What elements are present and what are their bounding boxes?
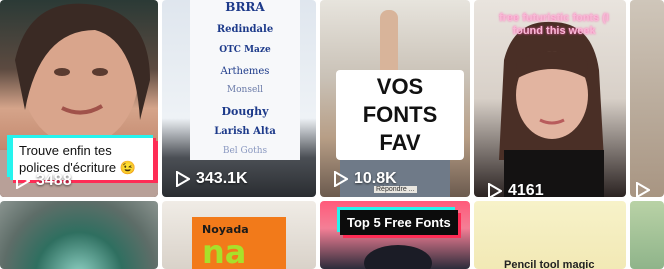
font-sample: Larish Alta <box>214 126 276 137</box>
view-count: 3488 <box>16 172 72 190</box>
thumbnail-image <box>630 0 664 197</box>
video-thumbnail-3[interactable]: VOS FONTS FAV Répondre ... 10.8K <box>320 0 470 197</box>
play-icon <box>488 183 502 197</box>
font-sample: Monsell <box>226 85 264 95</box>
video-thumbnail-9[interactable]: Pencil tool magic <box>474 201 626 269</box>
video-caption: VOS FONTS FAV <box>336 70 464 160</box>
play-icon <box>334 171 348 187</box>
video-caption: Top 5 Free Fonts <box>340 210 458 235</box>
play-icon <box>636 182 650 197</box>
video-thumbnail-1[interactable]: Trouve enfin tes polices d'écriture 😉 34… <box>0 0 158 197</box>
video-thumbnail-5[interactable] <box>630 0 664 197</box>
video-thumbnail-4[interactable]: free futuristic fonts (I found this week… <box>474 0 626 197</box>
play-icon <box>176 171 190 187</box>
video-thumbnail-2[interactable]: BRRA Redindale OTC Maze Arthemes Monsell… <box>162 0 316 197</box>
font-sample: Redindale <box>216 24 274 35</box>
video-thumbnail-8[interactable]: Top 5 Free Fonts <box>320 201 470 269</box>
font-sample: Bel Goths <box>222 146 268 156</box>
thumbnail-image <box>0 201 158 269</box>
video-thumbnail-10[interactable] <box>630 201 664 269</box>
view-count-text: 343.1K <box>196 170 248 187</box>
video-caption: free futuristic fonts (I found this week <box>498 12 609 37</box>
view-count <box>636 182 650 197</box>
view-count-text: 4161 <box>508 182 544 197</box>
view-count: 10.8K <box>334 170 397 188</box>
video-thumbnail-6[interactable] <box>0 201 158 269</box>
view-count-text: 10.8K <box>354 170 397 187</box>
sticker-big-text: na <box>202 233 247 269</box>
view-count-text: 3488 <box>36 172 72 189</box>
view-count: 343.1K <box>176 170 248 188</box>
video-thumbnail-7[interactable]: Noyada na <box>162 201 316 269</box>
thumbnail-image <box>630 201 664 269</box>
font-sample: OTC Maze <box>219 45 271 55</box>
font-sample: Arthemes <box>220 66 270 77</box>
video-caption: Pencil tool magic <box>504 259 595 269</box>
view-count: 4161 <box>488 182 544 197</box>
video-grid: Trouve enfin tes polices d'écriture 😉 34… <box>0 0 664 269</box>
play-icon <box>16 173 30 189</box>
font-sample: BRRA <box>225 0 265 14</box>
font-sample: Doughy <box>221 105 269 118</box>
font-sample-list: BRRA Redindale OTC Maze Arthemes Monsell… <box>190 0 300 160</box>
